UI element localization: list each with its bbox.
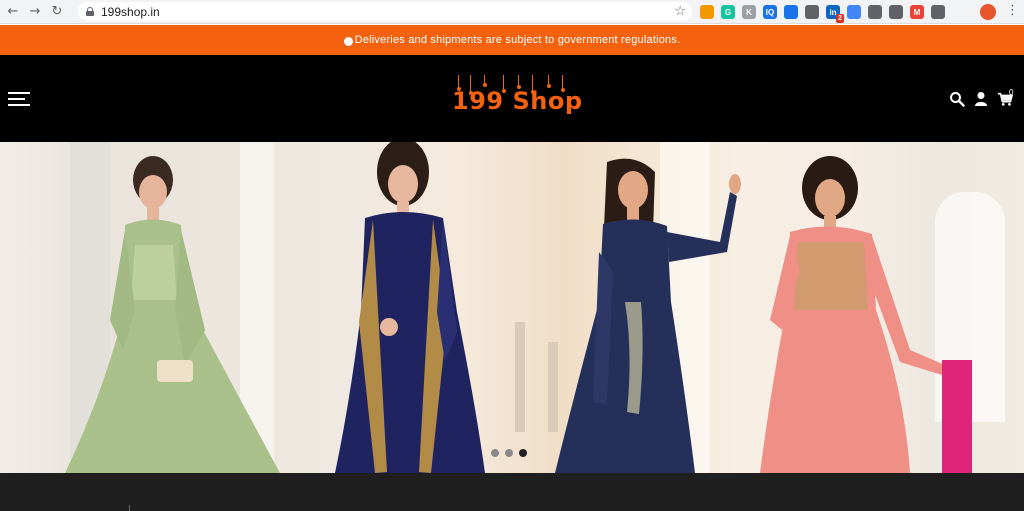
site-header: 199 Shop 0 [0,55,1024,142]
footer-strip [0,473,1024,511]
extension-grammarly-icon[interactable]: G [721,5,735,19]
profile-avatar[interactable] [980,4,996,20]
extension-code-icon[interactable] [805,5,819,19]
slider-dot[interactable] [505,449,513,457]
arrow-left-icon[interactable]: ← [4,3,22,21]
logo-text: 199 Shop [452,87,583,115]
hero-banner[interactable] [0,142,1024,473]
reload-icon[interactable]: ↻ [48,3,66,21]
site-logo[interactable]: 199 Shop [452,75,582,123]
extension-m-icon[interactable]: M [910,5,924,19]
url-text: 199shop.in [101,4,160,19]
extension-k-icon[interactable]: K [742,5,756,19]
browser-toolbar: ← → ↻ 199shop.in ☆ G K IQ in 2 M ⋮ [0,0,1024,24]
lock-icon [86,7,94,16]
extensions-row: G K IQ in 2 M [700,3,945,23]
slider-dots [491,449,527,457]
extension-monitor-icon[interactable] [847,5,861,19]
arrow-right-icon[interactable]: → [26,3,44,21]
model-navy-embroidered-gown [335,142,485,473]
user-icon[interactable] [973,91,989,107]
bookmark-star-icon[interactable]: ☆ [674,2,686,21]
browser-menu-icon[interactable]: ⋮ [1006,3,1019,18]
extension-badge: 2 [836,14,844,23]
model-navy-anarkali [555,158,741,473]
announcement-text: Deliveries and shipments are subject to … [354,34,681,46]
slider-dot[interactable] [491,449,499,457]
extension-linkedin-icon[interactable]: in 2 [826,5,844,23]
globe-icon [343,36,353,46]
extension-puzzle-icon[interactable] [931,5,945,19]
menu-icon[interactable] [8,92,30,106]
announcement-bar: Deliveries and shipments are subject to … [0,25,1024,55]
candle-stand [515,322,525,432]
slider-dot-active[interactable] [519,449,527,457]
model-mint-green-gown [65,156,280,473]
extension-bars-icon[interactable] [700,5,714,19]
address-bar[interactable]: 199shop.in ☆ [78,2,692,21]
cart-count-badge: 0 [1009,88,1014,97]
extension-translate-icon[interactable] [784,5,798,19]
extension-iq-icon[interactable]: IQ [763,5,777,19]
extension-gear-icon[interactable] [889,5,903,19]
search-icon[interactable] [949,91,965,107]
extension-cloud-icon[interactable] [868,5,882,19]
model-pink-anarkali [760,156,972,473]
